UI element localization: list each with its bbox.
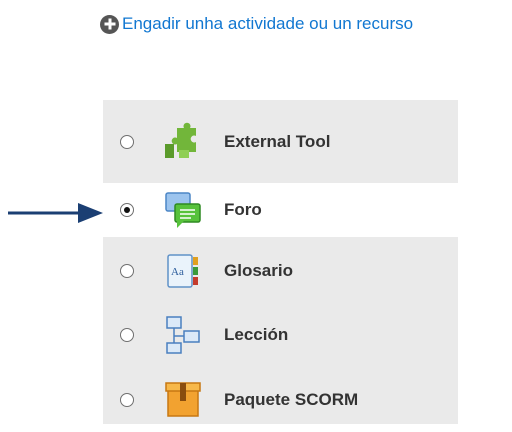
activity-label-paquete-scorm: Paquete SCORM bbox=[224, 390, 359, 409]
activity-item-paquete-scorm[interactable]: Paquete SCORM bbox=[103, 368, 458, 432]
glossary-book-icon: Aa bbox=[167, 254, 198, 288]
pointer-arrow-icon bbox=[8, 203, 103, 223]
activity-list: External Tool Foro Aa Glosario Lección P… bbox=[103, 100, 458, 424]
activity-radio-leccion[interactable] bbox=[120, 328, 134, 342]
activity-item-external-tool[interactable]: External Tool bbox=[103, 110, 458, 174]
forum-speech-bubbles-icon bbox=[165, 192, 201, 228]
activity-radio-glosario[interactable] bbox=[120, 264, 134, 278]
activity-item-leccion[interactable]: Lección bbox=[103, 303, 458, 367]
activity-label-external-tool: External Tool bbox=[224, 132, 331, 151]
activity-item-foro[interactable]: Foro bbox=[103, 183, 458, 237]
puzzle-piece-icon bbox=[165, 122, 196, 158]
activity-radio-external-tool[interactable] bbox=[120, 135, 134, 149]
activity-radio-foro[interactable] bbox=[120, 203, 134, 217]
lesson-flowchart-icon bbox=[166, 316, 200, 354]
activity-radio-paquete-scorm[interactable] bbox=[120, 393, 134, 407]
activity-label-foro: Foro bbox=[224, 200, 262, 219]
scorm-package-box-icon bbox=[165, 382, 201, 417]
activity-item-glosario[interactable]: Aa Glosario bbox=[103, 239, 458, 303]
plus-circle-icon bbox=[100, 14, 119, 34]
activity-label-leccion: Lección bbox=[224, 325, 289, 344]
add-activity-label: Engadir unha actividade ou un recurso bbox=[122, 14, 414, 33]
add-activity-link[interactable]: Engadir unha actividade ou un recurso bbox=[100, 14, 413, 34]
svg-text:Aa: Aa bbox=[171, 266, 184, 278]
activity-label-glosario: Glosario bbox=[224, 261, 293, 280]
